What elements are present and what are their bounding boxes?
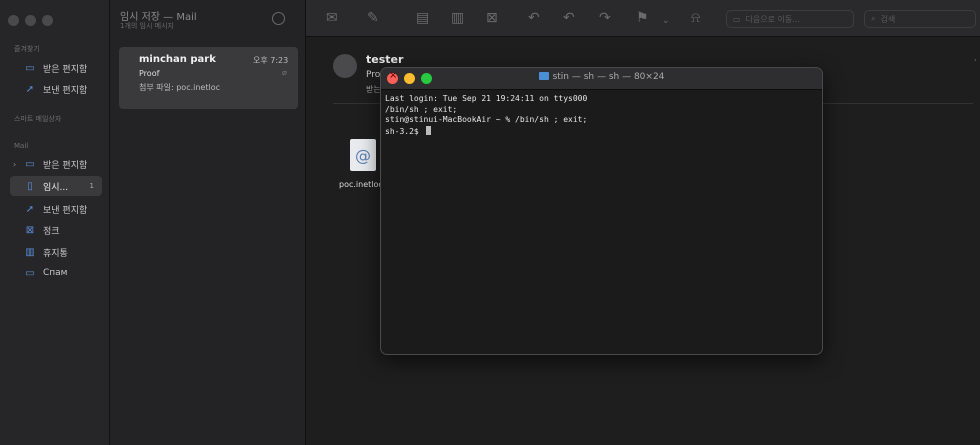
compose-icon[interactable]: ✎ [367, 10, 379, 26]
sidebar-item-label: 정크 [43, 226, 60, 237]
chevron-right-icon[interactable]: › [13, 160, 16, 169]
envelope-icon[interactable]: ✉ [326, 10, 338, 26]
folder-icon: ▭ [25, 267, 35, 279]
filter-icon[interactable] [272, 12, 285, 25]
terminal-line: /bin/sh ; exit; [385, 104, 458, 114]
paperplane-icon: ➚ [25, 83, 35, 95]
terminal-window[interactable]: stin — sh — sh — 80×24 Last login: Tue S… [380, 67, 823, 355]
sidebar-item-sent[interactable]: ➚ 보낸 편지함 [10, 199, 102, 219]
inetloc-file-icon[interactable]: @ [350, 139, 376, 171]
sidebar-item-label: 받은 편지함 [43, 64, 88, 75]
sidebar-item-label: Спам [43, 268, 68, 278]
reply-icon[interactable]: ↶ [528, 10, 540, 26]
sidebar-item-spam[interactable]: ▭ Спам [10, 263, 102, 283]
terminal-cursor [425, 125, 431, 135]
sidebar-item-label: 임시... [43, 182, 69, 193]
search-icon: ⌕ [871, 14, 876, 23]
edge-glyph: · [974, 56, 977, 65]
message-subject: Proof [139, 69, 160, 78]
sidebar-item-label: 휴지통 [43, 248, 68, 259]
junk-icon[interactable]: ⊠ [486, 10, 498, 26]
paperclip-icon: ⌀ [282, 68, 287, 77]
sidebar-item-label: 받은 편지함 [43, 160, 88, 171]
attachment-filename[interactable]: poc.inetloc [339, 180, 383, 189]
mute-bell-icon[interactable]: ⍾ [691, 10, 700, 26]
favorites-section-label: 즐겨찾기 [14, 45, 40, 53]
terminal-title-text: stin — sh — sh — 80×24 [552, 72, 665, 82]
forward-icon[interactable]: ↷ [599, 10, 611, 26]
terminal-output[interactable]: Last login: Tue Sep 21 19:24:11 on ttys0… [381, 90, 822, 141]
window-controls [8, 15, 53, 26]
terminal-line: Last login: Tue Sep 21 19:24:11 on ttys0… [385, 94, 588, 103]
chevron-down-icon[interactable]: ⌄ [662, 13, 670, 29]
terminal-title: stin — sh — sh — 80×24 [381, 72, 822, 82]
message-list: 임시 저장 — Mail 1개의 임시 메시지 minchan park [110, 0, 306, 445]
flag-icon[interactable]: ⚑ [636, 10, 649, 26]
mailbox-subtitle: 1개의 임시 메시지 [120, 22, 174, 30]
zoom-window-button[interactable] [42, 15, 53, 26]
terminal-prompt-line: sh-3.2$ [385, 125, 818, 138]
reader-sender: tester [366, 53, 404, 66]
sidebar-item-fav-inbox[interactable]: ▭ 받은 편지함 [10, 58, 102, 78]
sidebar-item-label: 보낸 편지함 [43, 205, 88, 216]
reply-all-icon[interactable]: ↶ [563, 10, 575, 26]
sidebar-item-label: 보낸 편지함 [43, 85, 88, 96]
archive-icon[interactable]: ▤ [416, 10, 429, 26]
sidebar-item-junk[interactable]: ⊠ 정크 [10, 220, 102, 240]
reader-recipient-label: 받는 [366, 85, 381, 94]
trash-icon[interactable]: ▥ [451, 10, 464, 26]
sidebar-item-trash[interactable]: ▥ 휴지통 [10, 242, 102, 262]
message-time: 오후 7:23 [253, 56, 289, 65]
paperplane-icon: ➚ [25, 203, 35, 215]
sidebar-item-fav-sent[interactable]: ➚ 보낸 편지함 [10, 79, 102, 99]
terminal-titlebar[interactable]: stin — sh — sh — 80×24 [381, 68, 822, 90]
move-to-mailbox-button[interactable]: ▭ 다음으로 이동... [726, 10, 854, 28]
avatar [333, 54, 357, 78]
folder-icon: ▭ [733, 14, 741, 24]
minimize-window-button[interactable] [25, 15, 36, 26]
document-icon: ▯ [27, 180, 33, 192]
tray-icon: ▭ [25, 62, 35, 74]
move-to-label: 다음으로 이동... [745, 14, 800, 24]
smart-mailboxes-section-label: 스마트 메일상자 [14, 115, 62, 123]
search-input[interactable]: ⌕ 검색 [864, 10, 976, 28]
close-window-button[interactable] [8, 15, 19, 26]
terminal-line: stin@stinui-MacBookAir ~ % /bin/sh ; exi… [385, 115, 588, 124]
toolbar: ✉ ✎ ▤ ▥ ⊠ ↶ ↶ ↷ ⚑ ⌄ ⍾ ▭ 다음으로 이동... ⌕ 검색 [306, 0, 980, 37]
message-sender: minchan park [139, 54, 216, 65]
message-attachment-preview: 첨부 파일: poc.inetloc [139, 83, 221, 92]
unread-badge: 1 [89, 182, 94, 190]
junk-icon: ⊠ [25, 224, 35, 236]
tray-icon: ▭ [25, 158, 35, 170]
trash-icon: ▥ [25, 246, 35, 258]
folder-icon [538, 72, 549, 80]
sidebar-item-inbox[interactable]: › ▭ 받은 편지함 [10, 154, 102, 174]
mail-section-label: Mail [14, 142, 29, 150]
search-placeholder: 검색 [880, 14, 896, 24]
terminal-prompt: sh-3.2$ [385, 126, 424, 136]
sidebar-item-drafts[interactable]: ▯ 임시... 1 [10, 176, 102, 196]
sidebar: 즐겨찾기 ▭ 받은 편지함 ➚ 보낸 편지함 스마트 메일상자 Mail › ▭… [0, 0, 110, 445]
